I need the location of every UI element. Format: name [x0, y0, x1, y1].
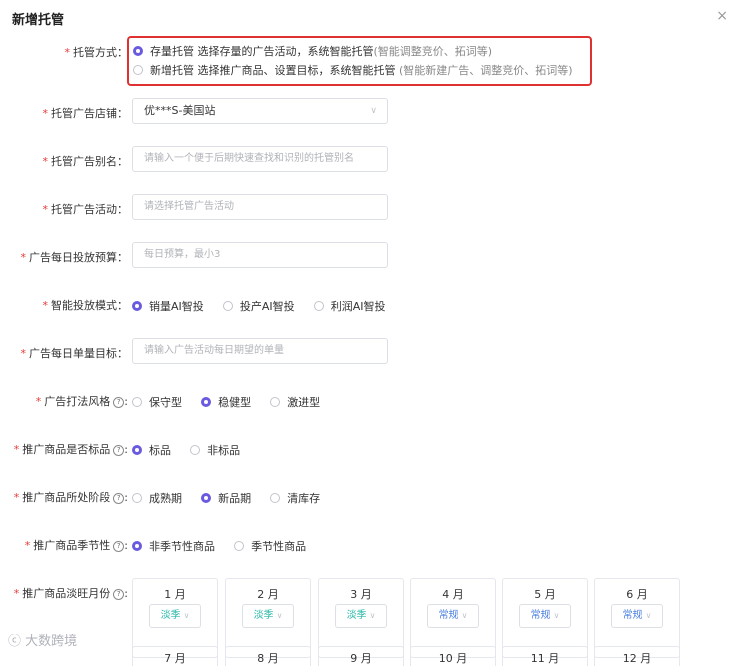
- store-label: * 托管广告店铺：: [42, 107, 129, 120]
- season-select[interactable]: 淡季 ∨: [335, 604, 387, 628]
- month-card: 11 月: [502, 646, 588, 666]
- chevron-down-icon: ∨: [369, 611, 376, 620]
- order-goal-label: * 广告每日单量目标：: [20, 347, 129, 360]
- style-group: 保守型 稳健型 激进型: [132, 392, 334, 411]
- store-select[interactable]: 优***S-美国站 ∨: [132, 98, 388, 124]
- radio-icon: [132, 493, 142, 503]
- radio-icon: [132, 397, 142, 407]
- radio-icon: [190, 445, 201, 455]
- help-icon[interactable]: ?: [113, 493, 125, 504]
- alias-input[interactable]: 请输入一个便于后期快速查找和识别的托管别名: [132, 146, 388, 172]
- chevron-down-icon: ∨: [276, 611, 283, 620]
- month-title: 2 月: [257, 588, 279, 601]
- stage-clearance[interactable]: 清库存: [270, 490, 320, 506]
- month-card: 8 月: [225, 646, 311, 666]
- chevron-down-icon: ∨: [370, 106, 377, 116]
- campaign-select[interactable]: 请选择托管广告活动: [132, 194, 388, 220]
- stage-group: 成熟期 新品期 清库存: [132, 488, 334, 507]
- radio-icon: [270, 397, 281, 407]
- order-goal-input[interactable]: 请输入广告活动每日期望的单量: [132, 338, 388, 364]
- smart-mode-roi[interactable]: 投产AI智投: [222, 298, 295, 314]
- month-title: 6 月: [626, 588, 648, 601]
- campaign-label: * 托管广告活动：: [42, 203, 129, 216]
- seasonal-label: * 推广商品季节性?:: [24, 539, 128, 552]
- budget-label: * 广告每日投放预算：: [20, 251, 129, 264]
- radio-icon: [270, 493, 281, 503]
- radio-icon: [133, 65, 143, 75]
- chevron-down-icon: ∨: [553, 611, 560, 620]
- mode-option-new[interactable]: 新增托管 选择推广商品、设置目标，系统智能托管 (智能新建广告、调整竞价、拓词等…: [133, 62, 573, 78]
- smart-mode-label: * 智能投放模式：: [42, 299, 129, 312]
- style-conservative[interactable]: 保守型: [132, 394, 182, 410]
- radio-selected-icon: [132, 541, 142, 551]
- months-label: * 推广商品淡旺月份?:: [13, 587, 128, 600]
- alias-label: * 托管广告别名：: [42, 155, 129, 168]
- seasonal-yes[interactable]: 季节性商品: [234, 538, 306, 554]
- radio-selected-icon: [201, 397, 212, 407]
- help-icon[interactable]: ?: [113, 445, 125, 456]
- help-icon[interactable]: ?: [113, 397, 125, 408]
- radio-icon: [313, 301, 324, 311]
- radio-selected-icon: [132, 445, 142, 455]
- watermark-logo: ⓒ 大数跨境: [8, 634, 78, 649]
- stage-label: * 推广商品所处阶段?:: [13, 491, 128, 504]
- seasonal-non[interactable]: 非季节性商品: [132, 538, 215, 554]
- season-select[interactable]: 常规 ∨: [611, 604, 663, 628]
- month-title: 5 月: [534, 588, 556, 601]
- help-icon[interactable]: ?: [113, 589, 125, 600]
- radio-selected-icon: [201, 493, 212, 503]
- smart-mode-sales[interactable]: 销量AI智投: [132, 298, 204, 314]
- style-aggressive[interactable]: 激进型: [270, 394, 320, 410]
- month-card: 9 月: [318, 646, 404, 666]
- standard-label: * 推广商品是否标品?:: [13, 443, 128, 456]
- month-card: 12 月: [594, 646, 680, 666]
- style-label: * 广告打法风格?:: [35, 395, 128, 408]
- logo-icon: ⓒ: [8, 634, 22, 649]
- stage-mature[interactable]: 成熟期: [132, 490, 182, 506]
- chevron-down-icon: ∨: [645, 611, 652, 620]
- season-select[interactable]: 常规 ∨: [519, 604, 571, 628]
- smart-mode-profit[interactable]: 利润AI智投: [313, 298, 386, 314]
- radio-icon: [222, 301, 233, 311]
- radio-icon: [234, 541, 245, 551]
- standard-group: 标品 非标品: [132, 440, 254, 459]
- dialog-title: 新增托管: [12, 13, 65, 28]
- style-steady[interactable]: 稳健型: [201, 394, 251, 410]
- chevron-down-icon: ∨: [461, 611, 468, 620]
- month-title: 4 月: [442, 588, 464, 601]
- radio-selected-icon: [132, 301, 142, 311]
- month-title: 1 月: [164, 588, 186, 601]
- month-card: 10 月: [410, 646, 496, 666]
- close-icon[interactable]: ×: [716, 8, 728, 24]
- budget-input[interactable]: 每日预算，最小3: [132, 242, 388, 268]
- mode-label: * 托管方式：: [64, 46, 129, 59]
- seasonal-group: 非季节性商品 季节性商品: [132, 536, 320, 555]
- help-icon[interactable]: ?: [113, 541, 125, 552]
- smart-mode-group: 销量AI智投 投产AI智投 利润AI智投: [132, 296, 400, 315]
- stage-new[interactable]: 新品期: [201, 490, 251, 506]
- season-select[interactable]: 常规 ∨: [427, 604, 479, 628]
- mode-option-stock[interactable]: 存量托管 选择存量的广告活动，系统智能托管 (智能调整竞价、拓词等): [133, 43, 492, 59]
- season-select[interactable]: 淡季 ∨: [149, 604, 201, 628]
- month-card: 7 月: [132, 646, 218, 666]
- season-select[interactable]: 淡季 ∨: [242, 604, 294, 628]
- month-title: 3 月: [350, 588, 372, 601]
- chevron-down-icon: ∨: [183, 611, 190, 620]
- standard-yes[interactable]: 标品: [132, 442, 171, 458]
- radio-selected-icon: [133, 46, 143, 56]
- standard-no[interactable]: 非标品: [190, 442, 240, 458]
